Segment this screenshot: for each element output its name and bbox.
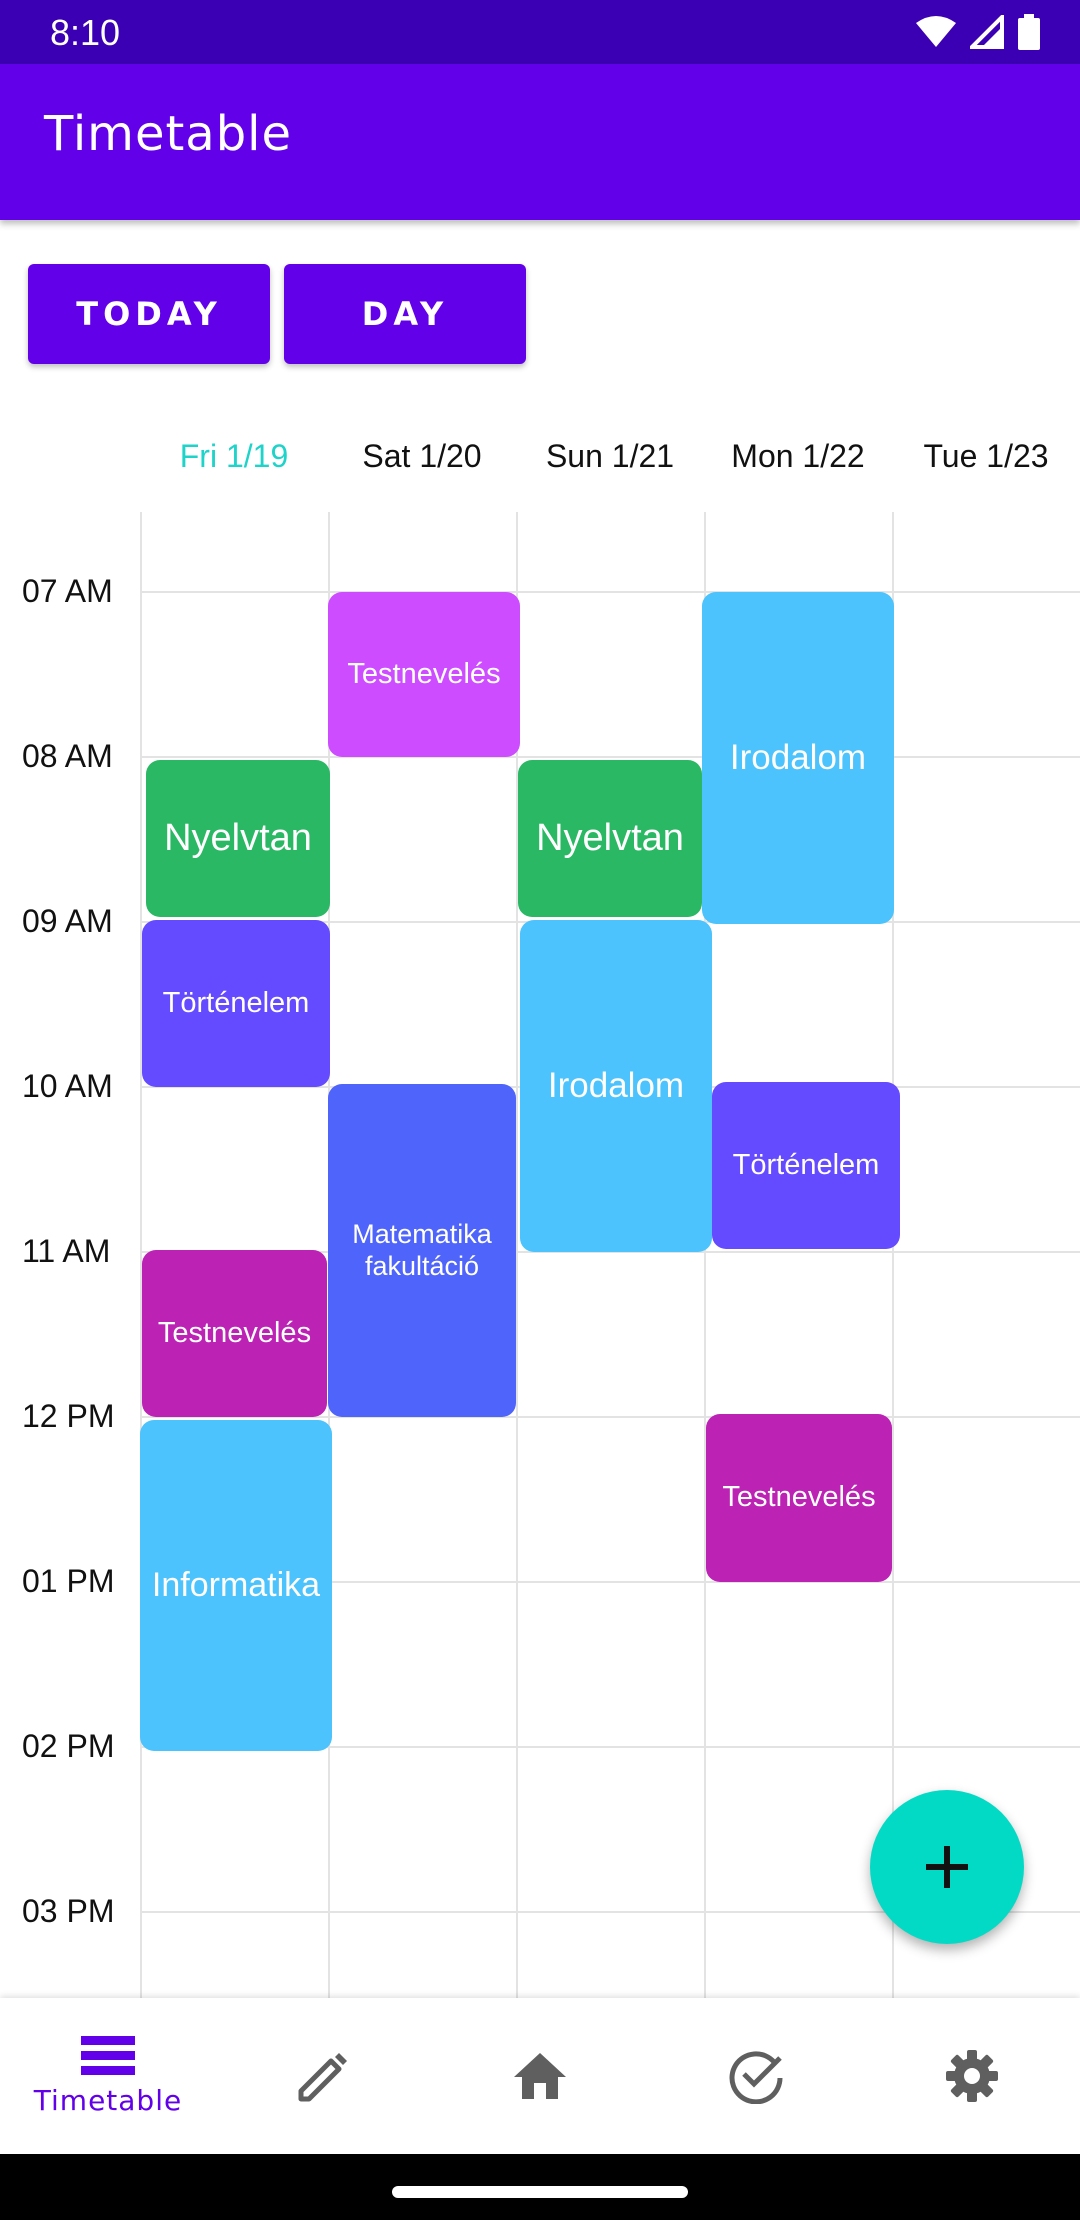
gear-icon (946, 2050, 998, 2102)
page-title: Timetable (44, 106, 293, 162)
status-time: 8:10 (50, 12, 121, 53)
nav-item-settings[interactable] (864, 1998, 1080, 2154)
event-irodalom[interactable]: Irodalom (520, 920, 712, 1252)
time-label: 11 AM (22, 1233, 111, 1269)
pencil-icon (298, 2053, 347, 2102)
time-label: 03 PM (22, 1893, 115, 1929)
day-header-mon[interactable]: Mon 1/22 (704, 438, 892, 475)
event-testneveles[interactable]: Testnevelés (706, 1414, 892, 1582)
nav-label-timetable: Timetable (33, 2083, 183, 2117)
timetable-icon (81, 2035, 135, 2075)
check-circle-icon (729, 2051, 783, 2104)
today-button[interactable]: TODAY (28, 264, 270, 364)
nav-item-timetable[interactable]: Timetable (0, 1998, 216, 2154)
time-label: 10 AM (22, 1068, 113, 1104)
time-label: 08 AM (22, 738, 113, 774)
plus-icon (926, 1846, 968, 1888)
event-matematika-fakultacio[interactable]: Matematika fakultáció (328, 1084, 516, 1417)
system-navigation-bar (0, 2154, 1080, 2220)
app-bar: Timetable (0, 64, 1080, 220)
status-icons (916, 14, 1040, 50)
home-icon (514, 2053, 566, 2099)
event-tortenelem[interactable]: Történelem (142, 920, 330, 1087)
grid-hour-line (140, 756, 1080, 758)
day-header-sat[interactable]: Sat 1/20 (328, 438, 516, 475)
event-tortenelem[interactable]: Történelem (712, 1082, 900, 1249)
signal-icon (970, 15, 1004, 49)
time-label: 02 PM (22, 1728, 115, 1764)
day-header-fri[interactable]: Fri 1/19 (140, 438, 328, 475)
time-label: 01 PM (22, 1563, 115, 1599)
event-informatika[interactable]: Informatika (140, 1420, 332, 1751)
event-irodalom[interactable]: Irodalom (702, 592, 894, 924)
battery-icon (1018, 14, 1040, 50)
bottom-navigation: Timetable (0, 1998, 1080, 2154)
time-label: 07 AM (22, 573, 113, 609)
nav-item-edit[interactable] (216, 1998, 432, 2154)
wifi-icon (916, 16, 956, 47)
grid-hour-line (140, 591, 1080, 593)
add-event-button[interactable] (870, 1790, 1024, 1944)
status-bar: 8:10 (0, 0, 1080, 64)
nav-item-tasks[interactable] (648, 1998, 864, 2154)
event-nyelvtan[interactable]: Nyelvtan (518, 760, 702, 917)
time-label: 12 PM (22, 1398, 115, 1434)
time-label: 09 AM (22, 903, 113, 939)
event-testneveles[interactable]: Testnevelés (142, 1250, 327, 1417)
nav-item-home[interactable] (432, 1998, 648, 2154)
day-header-sun[interactable]: Sun 1/21 (516, 438, 704, 475)
day-view-button[interactable]: DAY (284, 264, 526, 364)
grid-column-line (140, 512, 142, 1998)
event-testneveles[interactable]: Testnevelés (328, 592, 520, 757)
event-nyelvtan[interactable]: Nyelvtan (146, 760, 330, 917)
day-header-tue[interactable]: Tue 1/23 (892, 438, 1080, 475)
home-gesture-handle[interactable] (392, 2186, 688, 2198)
